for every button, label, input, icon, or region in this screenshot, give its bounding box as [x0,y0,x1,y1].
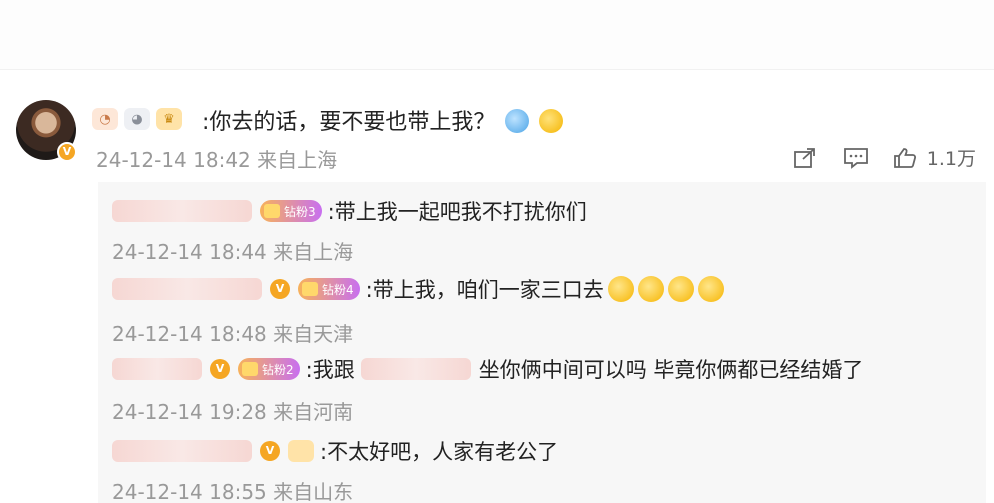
reply-list: 钻粉3 :带上我一起吧我不打扰你们 24-12-14 18:44 来自上海 V … [98,182,986,503]
blurred-username [112,200,252,222]
user-badges: ◔ ◕ ♛ [92,106,182,132]
badge-icon: ◕ [124,108,150,130]
reply-text-before: :我跟 [305,358,355,382]
smile-emoji-icon [697,276,724,302]
fan-badge: 钻粉2 [238,358,300,380]
reply-line: V 钻粉4 :带上我，咱们一家三口去 [112,274,724,304]
blurred-username [112,358,202,380]
like-icon[interactable] [893,147,917,169]
verified-badge-icon: V [270,279,290,299]
share-icon[interactable] [793,147,817,169]
main-comment: V ◔ ◕ ♛ :你去的话，要不要也带上我？ 24-12-14 18:42 来自… [16,96,986,176]
comment-icon[interactable] [843,147,868,169]
comment-meta: 24-12-14 18:42 来自上海 [96,148,338,172]
laugh-emoji-icon [539,109,564,133]
smile-emoji-icon [607,276,634,302]
badge-icon: ◔ [92,108,118,130]
fan-badge: 钻粉4 [298,278,360,300]
verified-badge-icon: V [260,441,280,461]
reply-meta: 24-12-14 18:44 来自上海 [112,240,354,264]
crying-emoji-icon [505,109,530,133]
blurred-mention [360,358,471,380]
crown-icon [264,204,280,218]
crown-icon [242,362,258,376]
fan-badge-label: 钻粉2 [262,362,294,377]
crown-badge-icon: ♛ [156,108,182,130]
blurred-username [112,278,262,300]
comment-text-body: :你去的话，要不要也带上我？ [202,110,496,135]
reply-line: 钻粉3 :带上我一起吧我不打扰你们 [112,196,587,226]
smile-emoji-icon [637,276,664,302]
comment-text: :你去的话，要不要也带上我？ [202,104,564,136]
top-blank-area [0,0,994,70]
reply-text: :不太好吧，人家有老公了 [320,440,559,464]
reply-meta: 24-12-14 18:48 来自天津 [112,322,354,346]
reply-text: :带上我，咱们一家三口去 [365,278,604,302]
reply-text-after: 坐你俩中间可以吗 毕竟你俩都已经结婚了 [478,358,864,382]
reply-meta: 24-12-14 19:28 来自河南 [112,400,354,424]
fan-badge-label: 钻粉4 [322,282,354,297]
reply-line: V 钻粉2 :我跟 坐你俩中间可以吗 毕竟你俩都已经结婚了 [112,354,863,384]
verified-badge-icon: V [57,142,77,162]
reply-meta: 24-12-14 18:55 来自山东 [112,480,354,503]
comment-actions: 1.1万 [793,144,976,171]
reply-text: :带上我一起吧我不打扰你们 [327,200,587,224]
verified-badge-icon: V [210,359,230,379]
crown-badge-icon [288,440,314,462]
smile-emoji-icon [667,276,694,302]
like-count: 1.1万 [926,148,976,170]
blurred-username [112,440,252,462]
crown-icon [302,282,318,296]
fan-badge-label: 钻粉3 [284,204,316,219]
reply-line: V :不太好吧，人家有老公了 [112,436,558,466]
fan-badge: 钻粉3 [260,200,322,222]
